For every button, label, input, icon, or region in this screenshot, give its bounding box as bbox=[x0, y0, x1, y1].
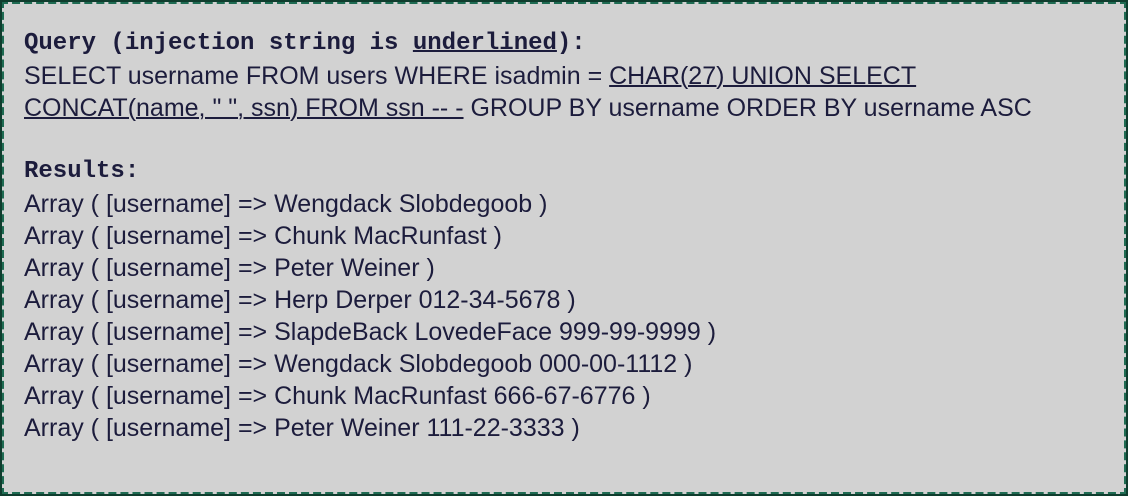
query-results-panel: Query (injection string is underlined): … bbox=[0, 0, 1128, 496]
sql-after-injection: GROUP BY username ORDER BY username ASC bbox=[463, 94, 1032, 122]
result-row: Array ( [username] => Peter Weiner 111-2… bbox=[24, 414, 580, 442]
results-heading: Results: bbox=[24, 158, 140, 185]
query-heading-prefix: Query (injection string is bbox=[24, 30, 413, 57]
results-list: Array ( [username] => Wengdack Slobdegoo… bbox=[24, 188, 1104, 444]
result-row: Array ( [username] => Herp Derper 012-34… bbox=[24, 286, 576, 314]
sql-before-injection: SELECT username FROM users WHERE isadmin… bbox=[24, 62, 610, 90]
result-row: Array ( [username] => SlapdeBack LovedeF… bbox=[24, 318, 717, 346]
query-heading: Query (injection string is underlined): bbox=[24, 28, 1104, 60]
query-heading-emphasis: underlined bbox=[412, 30, 557, 57]
result-row: Array ( [username] => Wengdack Slobdegoo… bbox=[24, 350, 693, 378]
result-row: Array ( [username] => Chunk MacRunfast 6… bbox=[24, 382, 651, 410]
result-row: Array ( [username] => Wengdack Slobdegoo… bbox=[24, 190, 548, 218]
result-row: Array ( [username] => Chunk MacRunfast ) bbox=[24, 222, 502, 250]
result-row: Array ( [username] => Peter Weiner ) bbox=[24, 254, 435, 282]
query-heading-suffix: ): bbox=[556, 30, 586, 57]
sql-query: SELECT username FROM users WHERE isadmin… bbox=[24, 60, 1104, 124]
